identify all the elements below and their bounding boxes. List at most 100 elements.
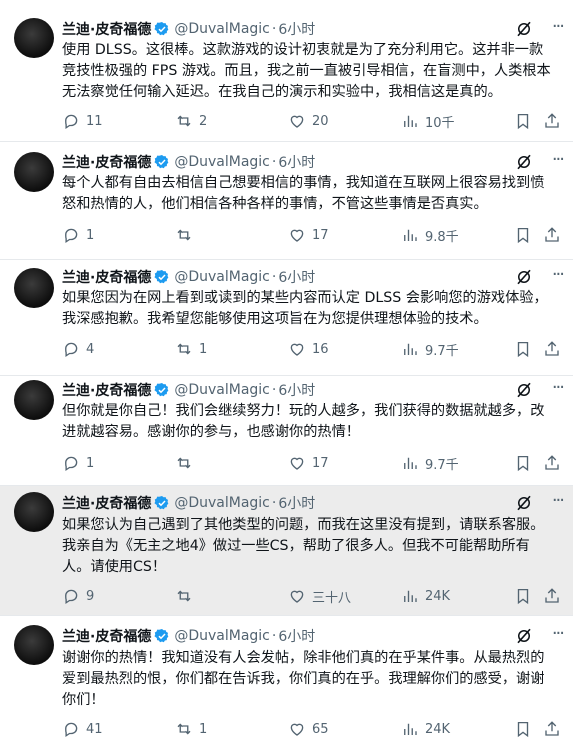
views-button[interactable]: 9.8千	[401, 225, 459, 245]
like-count: 16	[312, 341, 329, 357]
like-button[interactable]: 17	[288, 453, 329, 473]
reply-button[interactable]: 11	[62, 111, 103, 131]
more-icon[interactable]: ···	[552, 377, 565, 398]
reply-button[interactable]: 9	[62, 586, 94, 606]
like-icon	[290, 343, 304, 356]
grok-icon[interactable]	[515, 381, 533, 399]
bookmark-icon	[517, 113, 529, 130]
more-icon[interactable]: ···	[552, 16, 565, 37]
bookmark-button[interactable]	[514, 453, 532, 473]
avatar[interactable]	[14, 625, 54, 665]
tweet-text-line: 进就越容易。感谢你的参与，也感谢你的热情！	[62, 424, 360, 440]
timestamp[interactable]: 6小时	[278, 380, 315, 400]
views-icon	[404, 343, 417, 355]
tweet-text-line: 每个人都有自由去相信自己想要相信的事情，我知道在互联网上很容易找到愤	[62, 175, 545, 191]
tweet-text-line: 你们！	[62, 692, 105, 708]
grok-icon[interactable]	[515, 494, 533, 512]
retweet-button[interactable]	[175, 225, 199, 245]
retweet-button[interactable]: 1	[175, 339, 207, 359]
reply-count: 11	[86, 113, 103, 129]
author-handle[interactable]: @DuvalMagic	[174, 21, 270, 37]
reply-button[interactable]: 1	[62, 453, 94, 473]
share-button[interactable]	[543, 225, 561, 245]
tweet[interactable]: 兰迪·皮奇福德 @DuvalMagic · 6小时 ··· 如果您因为在网上看到…	[0, 260, 573, 376]
like-count: 三十八	[312, 590, 352, 606]
like-count: 17	[312, 455, 329, 471]
like-count: 20	[312, 113, 329, 129]
reply-button[interactable]: 1	[62, 225, 94, 245]
author-name[interactable]: 兰迪·皮奇福德	[62, 267, 151, 287]
retweet-icon	[177, 115, 191, 127]
tweet-text-line: 竞技性极强的 FPS 游戏。而且，我之前一直被引导相信，在盲测中，人类根本	[62, 63, 551, 79]
like-button[interactable]: 20	[288, 111, 329, 131]
author-name[interactable]: 兰迪·皮奇福德	[62, 626, 151, 646]
tweet[interactable]: 兰迪·皮奇福德 @DuvalMagic · 6小时 ··· 谢谢你的热情！我知道…	[0, 616, 573, 752]
share-button[interactable]	[543, 719, 561, 739]
bookmark-button[interactable]	[514, 111, 532, 131]
like-button[interactable]: 17	[288, 225, 329, 245]
reply-button[interactable]: 4	[62, 339, 94, 359]
author-handle[interactable]: @DuvalMagic	[174, 628, 270, 644]
more-icon[interactable]: ···	[552, 264, 565, 285]
tweet-text: 每个人都有自由去相信自己想要相信的事情，我知道在互联网上很容易找到愤 怒和热情的…	[62, 173, 558, 215]
share-button[interactable]	[543, 586, 561, 606]
reply-button[interactable]: 41	[62, 719, 103, 739]
author-name[interactable]: 兰迪·皮奇福德	[62, 19, 151, 39]
views-button[interactable]: 9.7千	[401, 453, 459, 473]
share-button[interactable]	[543, 339, 561, 359]
grok-icon[interactable]	[515, 627, 533, 645]
avatar[interactable]	[14, 380, 54, 420]
retweet-button[interactable]	[175, 586, 199, 606]
author-handle[interactable]: @DuvalMagic	[174, 269, 270, 285]
bookmark-button[interactable]	[514, 225, 532, 245]
tweet-header: 兰迪·皮奇福德 @DuvalMagic · 6小时	[62, 152, 563, 172]
avatar[interactable]	[14, 268, 54, 308]
avatar[interactable]	[14, 492, 54, 532]
tweet[interactable]: 兰迪·皮奇福德 @DuvalMagic · 6小时 ··· 每个人都有自由去相信…	[0, 142, 573, 260]
retweet-button[interactable]	[175, 453, 199, 473]
views-button[interactable]: 10千	[401, 111, 455, 131]
more-icon[interactable]: ···	[552, 149, 565, 170]
avatar[interactable]	[14, 18, 54, 58]
views-button[interactable]: 24K	[401, 586, 450, 606]
share-button[interactable]	[543, 453, 561, 473]
retweet-button[interactable]: 2	[175, 111, 207, 131]
author-name[interactable]: 兰迪·皮奇福德	[62, 152, 151, 172]
share-button[interactable]	[543, 111, 561, 131]
tweet-text-line: 如果您因为在网上看到或读到的某些内容而认定 DLSS 会影响您的游戏体验，	[62, 290, 548, 306]
like-button[interactable]: 65	[288, 719, 329, 739]
more-icon[interactable]: ···	[552, 490, 565, 511]
more-icon[interactable]: ···	[552, 623, 565, 644]
grok-icon[interactable]	[515, 20, 533, 38]
tweet[interactable]: 兰迪·皮奇福德 @DuvalMagic · 6小时 ··· 使用 DLSS。这很…	[0, 0, 573, 142]
tweet-text-line: 我深感抱歉。我希望您能够使用这项旨在为您提供理想体验的技术。	[62, 311, 488, 327]
timestamp[interactable]: 6小时	[278, 493, 315, 513]
like-button[interactable]: 三十八	[288, 586, 351, 606]
like-icon	[290, 229, 304, 242]
timestamp[interactable]: 6小时	[278, 19, 315, 39]
author-name[interactable]: 兰迪·皮奇福德	[62, 380, 151, 400]
views-button[interactable]: 9.7千	[401, 339, 459, 359]
author-handle[interactable]: @DuvalMagic	[174, 495, 270, 511]
bookmark-button[interactable]	[514, 339, 532, 359]
verified-badge-icon	[154, 383, 169, 397]
grok-icon[interactable]	[515, 268, 533, 286]
tweet-highlighted[interactable]: 兰迪·皮奇福德 @DuvalMagic · 6小时 ··· 如果您认为自己遇到了…	[0, 486, 573, 616]
grok-icon[interactable]	[515, 153, 533, 171]
bookmark-button[interactable]	[514, 719, 532, 739]
avatar[interactable]	[14, 152, 54, 192]
timestamp[interactable]: 6小时	[278, 152, 315, 172]
author-handle[interactable]: @DuvalMagic	[174, 382, 270, 398]
timestamp[interactable]: 6小时	[278, 267, 315, 287]
retweet-button[interactable]: 1	[175, 719, 207, 739]
tweet[interactable]: 兰迪·皮奇福德 @DuvalMagic · 6小时 ··· 但你就是你自己！我们…	[0, 376, 573, 486]
bookmark-icon	[517, 721, 529, 738]
author-handle[interactable]: @DuvalMagic	[174, 154, 270, 170]
retweet-icon	[177, 723, 191, 735]
tweet-text: 使用 DLSS。这很棒。这款游戏的设计初衷就是为了充分利用它。这并非一款 竞技性…	[62, 40, 558, 103]
views-button[interactable]: 24K	[401, 719, 450, 739]
timestamp[interactable]: 6小时	[278, 626, 315, 646]
author-name[interactable]: 兰迪·皮奇福德	[62, 493, 151, 513]
bookmark-button[interactable]	[514, 586, 532, 606]
like-button[interactable]: 16	[288, 339, 329, 359]
